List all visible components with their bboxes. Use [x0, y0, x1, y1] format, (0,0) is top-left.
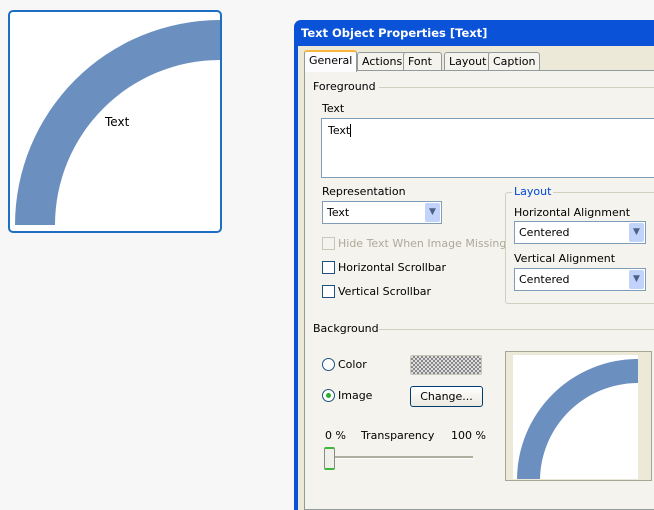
color-swatch[interactable]	[410, 355, 482, 375]
transparency-track[interactable]	[327, 456, 473, 459]
hide-text-label: Hide Text When Image Missing	[338, 237, 507, 250]
representation-select[interactable]: Text ▼	[322, 201, 442, 224]
color-radio[interactable]	[322, 358, 335, 371]
arc-preview-image	[513, 355, 638, 479]
properties-dialog: Text Object Properties [Text] General Ac…	[294, 20, 654, 510]
image-label: Image	[338, 389, 373, 402]
color-label: Color	[338, 358, 367, 371]
tab-actions[interactable]: Actions	[357, 52, 408, 70]
v-align-label: Vertical Alignment	[514, 252, 616, 265]
text-object[interactable]: Text	[8, 10, 222, 233]
tab-font[interactable]: Font	[403, 52, 442, 70]
text-input[interactable]: Text	[321, 118, 654, 178]
chevron-down-icon: ▼	[425, 203, 440, 222]
image-preview	[505, 351, 652, 481]
transparency-label: Transparency	[361, 429, 435, 442]
dialog-title: Text Object Properties [Text]	[301, 26, 488, 40]
tab-caption[interactable]: Caption	[488, 52, 541, 70]
chevron-down-icon: ▼	[629, 270, 644, 289]
tab-general[interactable]: General	[304, 50, 358, 72]
image-radio[interactable]	[322, 389, 335, 402]
layout-heading: Layout	[512, 185, 554, 198]
v-align-select[interactable]: Centered ▼	[514, 268, 646, 291]
foreground-heading: Foreground	[313, 80, 376, 93]
text-object-label: Text	[105, 115, 130, 129]
vertical-scrollbar-label: Vertical Scrollbar	[338, 285, 432, 298]
horizontal-scrollbar-checkbox[interactable]	[322, 261, 335, 274]
chevron-down-icon: ▼	[629, 223, 644, 242]
vertical-scrollbar-checkbox[interactable]	[322, 285, 335, 298]
transparency-slider-thumb[interactable]	[324, 447, 335, 470]
transparency-min: 0 %	[325, 429, 346, 442]
h-align-select[interactable]: Centered ▼	[514, 221, 646, 244]
general-panel: Foreground Text Text Representation Text…	[304, 70, 654, 510]
tab-layout[interactable]: Layout	[444, 52, 492, 70]
change-button[interactable]: Change...	[410, 386, 483, 407]
transparency-max: 100 %	[451, 429, 486, 442]
horizontal-scrollbar-label: Horizontal Scrollbar	[338, 261, 447, 274]
hide-text-checkbox[interactable]	[322, 237, 335, 250]
text-label: Text	[322, 102, 345, 115]
h-align-label: Horizontal Alignment	[514, 206, 631, 219]
representation-label: Representation	[322, 185, 406, 198]
background-heading: Background	[313, 322, 379, 335]
